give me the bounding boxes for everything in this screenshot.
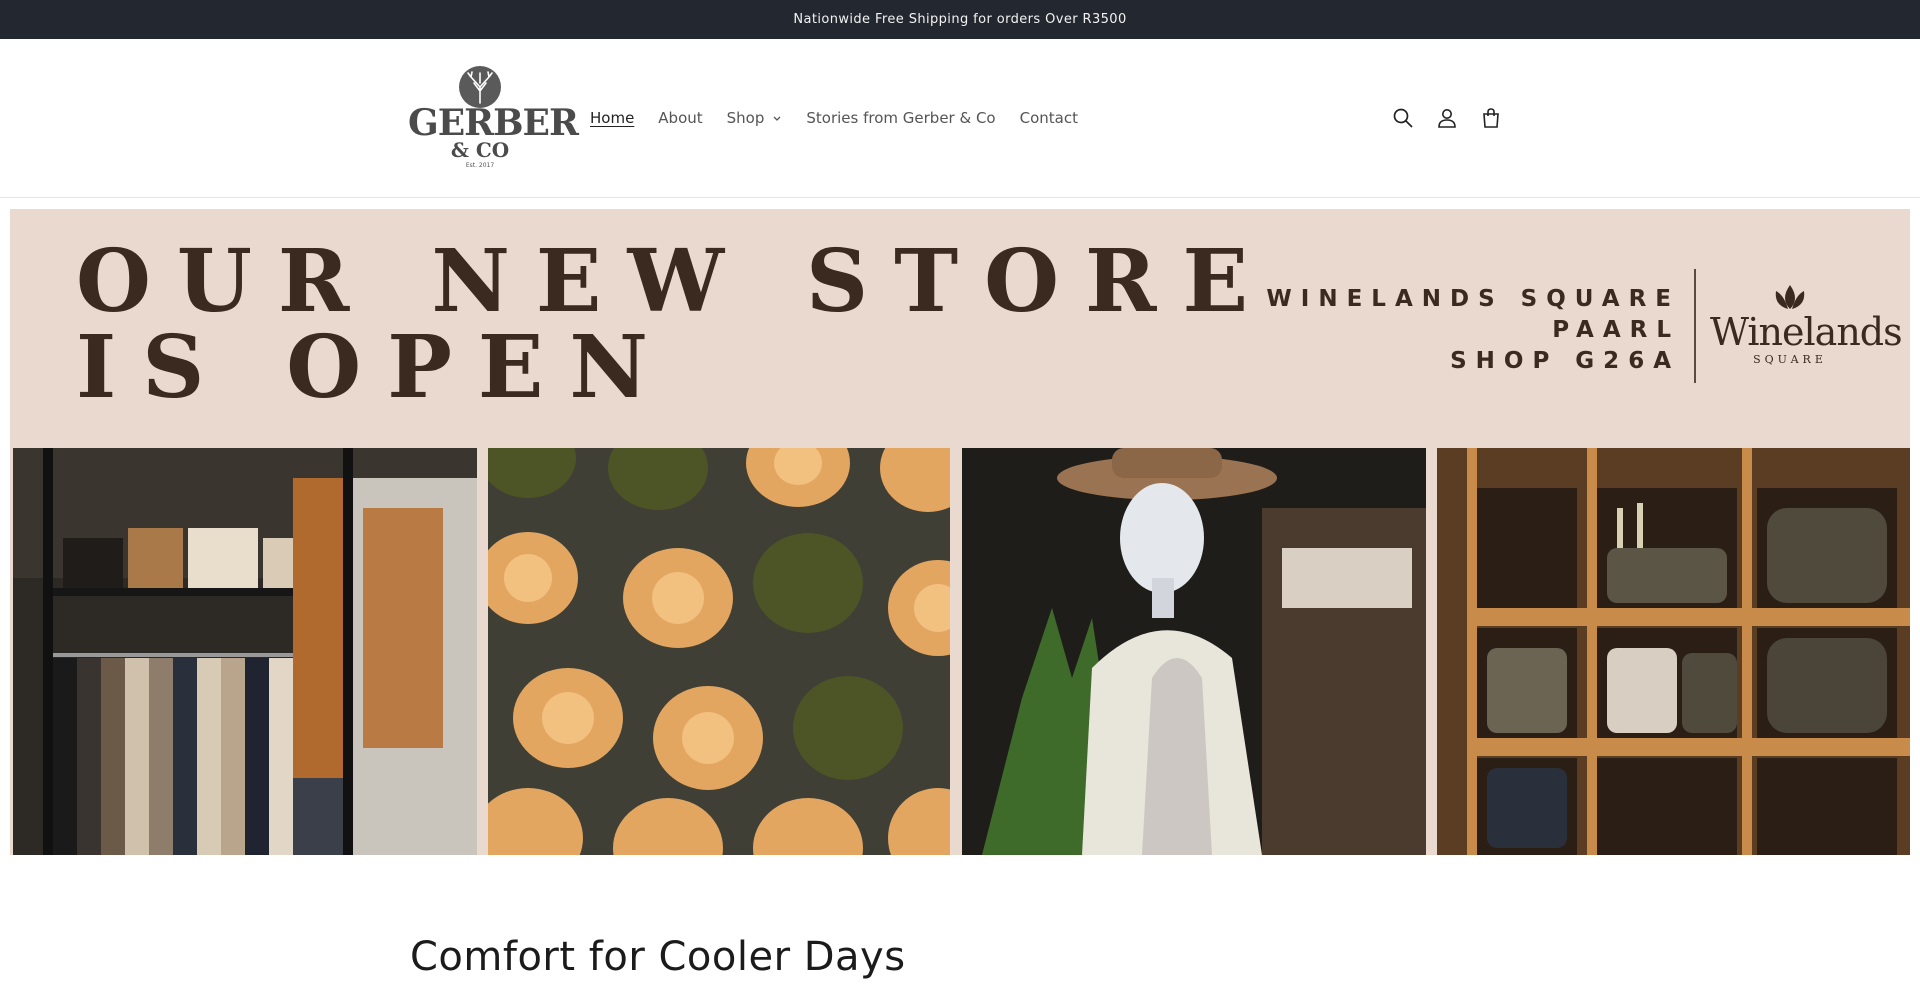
mannequin-photo (962, 448, 1426, 855)
winelands-subtitle: SQUARE (1753, 353, 1827, 366)
winelands-logo: Winelands SQUARE (1710, 281, 1903, 381)
nav-contact[interactable]: Contact (1020, 109, 1078, 127)
knitwear-shelves-photo (1437, 448, 1910, 855)
cart-icon[interactable] (1478, 105, 1504, 131)
banner-headline: OUR NEW STORE IS OPEN (76, 239, 1274, 411)
header-actions (1390, 105, 1522, 131)
headline-line-1: OUR NEW STORE (76, 231, 1275, 332)
section-title: Comfort for Cooler Days (410, 934, 906, 980)
search-icon[interactable] (1390, 105, 1416, 131)
clothing-rack-photo (13, 448, 477, 855)
logo-wordmark: GERBER (408, 102, 579, 144)
announcement-text: Nationwide Free Shipping for orders Over… (793, 12, 1127, 27)
account-icon[interactable] (1434, 105, 1460, 131)
banner-divider (1694, 269, 1696, 383)
logo-subtitle: & CO (450, 138, 510, 162)
nav-about[interactable]: About (658, 109, 702, 127)
hat-wall-photo (488, 448, 950, 855)
winelands-wordmark: Winelands (1710, 310, 1903, 354)
chevron-down-icon (773, 116, 781, 121)
announcement-bar: Nationwide Free Shipping for orders Over… (0, 0, 1920, 39)
address-line-2: PAARL (1552, 317, 1680, 343)
main-nav: Home About Shop Stories from Gerber & Co… (590, 109, 1102, 127)
site-header: GERBER & CO Est. 2017 Home About Shop St… (0, 39, 1920, 198)
nav-stories[interactable]: Stories from Gerber & Co (806, 109, 995, 127)
lotus-icon (1775, 285, 1805, 309)
store-opening-banner[interactable]: OUR NEW STORE IS OPEN WINELANDS SQUARE P… (10, 209, 1910, 855)
store-address: WINELANDS SQUARE PAARL SHOP G26A (1266, 284, 1680, 377)
address-line-3: SHOP G26A (1450, 348, 1680, 374)
headline-line-2: IS OPEN (76, 317, 675, 418)
nav-home[interactable]: Home (590, 109, 634, 127)
address-line-1: WINELANDS SQUARE (1266, 286, 1680, 312)
nav-shop[interactable]: Shop (727, 109, 783, 127)
nav-shop-label: Shop (726, 109, 765, 127)
site-logo[interactable]: GERBER & CO Est. 2017 (408, 65, 579, 175)
logo-established: Est. 2017 (465, 162, 495, 169)
